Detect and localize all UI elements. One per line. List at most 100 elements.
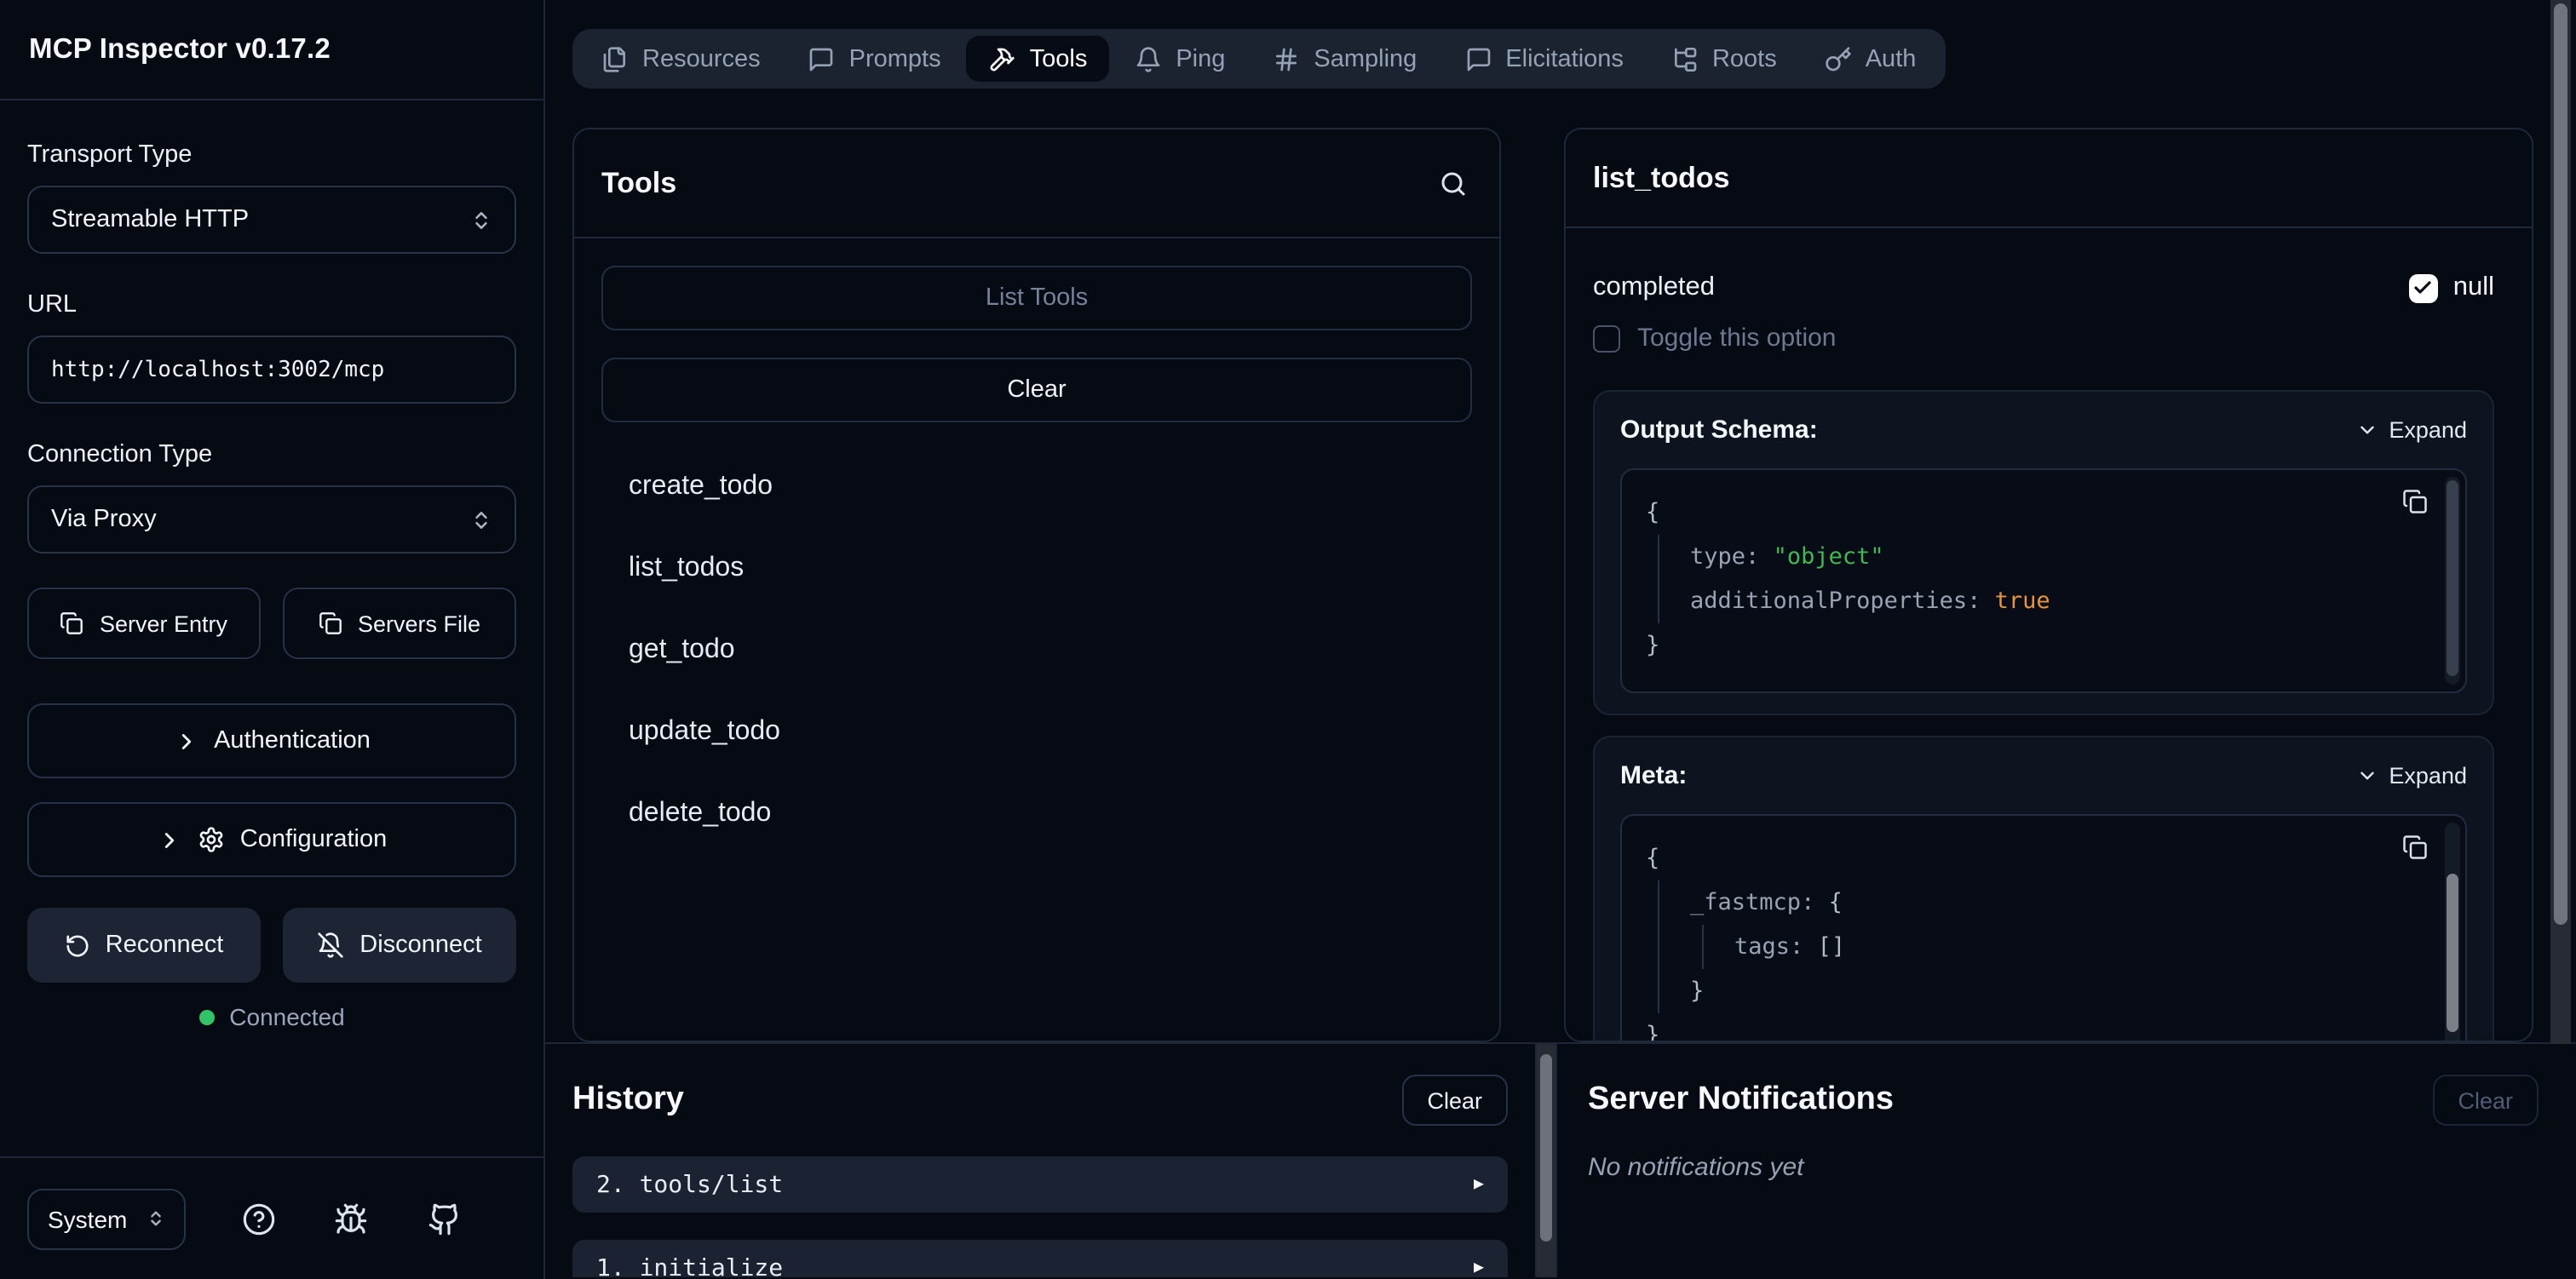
reconnect-button[interactable]: Reconnect bbox=[27, 908, 261, 983]
copy-meta-button[interactable] bbox=[2402, 835, 2428, 860]
expand-label: Expand bbox=[2389, 416, 2467, 442]
bell-icon bbox=[1135, 45, 1162, 72]
rotate-ccw-icon bbox=[65, 932, 90, 958]
chevron-down-icon bbox=[2356, 418, 2378, 440]
gear-icon bbox=[198, 826, 225, 853]
tab-ping[interactable]: Ping bbox=[1113, 36, 1247, 82]
clear-tools-button[interactable]: Clear bbox=[601, 358, 1472, 422]
message-square-icon bbox=[808, 45, 836, 72]
clear-notifications-button[interactable]: Clear bbox=[2432, 1075, 2539, 1126]
code-token: { bbox=[1646, 499, 1659, 526]
server-notifications-title: Server Notifications bbox=[1588, 1081, 1894, 1119]
code-token: { bbox=[1646, 845, 1659, 872]
code-token: : bbox=[1745, 543, 1774, 571]
history-item-initialize[interactable]: 1. initialize ▶ bbox=[572, 1240, 1508, 1277]
tab-auth[interactable]: Auth bbox=[1803, 36, 1939, 82]
github-button[interactable] bbox=[423, 1198, 464, 1239]
search-icon bbox=[1438, 168, 1469, 198]
history-scrollbar-thumb[interactable] bbox=[1540, 1054, 1552, 1242]
help-button[interactable] bbox=[238, 1198, 279, 1239]
meta-expand-button[interactable]: Expand bbox=[2356, 762, 2467, 788]
url-input[interactable] bbox=[51, 357, 492, 382]
chevron-right-icon bbox=[173, 728, 198, 754]
configuration-label: Configuration bbox=[240, 826, 388, 853]
tool-item-get-todo[interactable]: get_todo bbox=[601, 610, 1472, 691]
server-entry-button[interactable]: Server Entry bbox=[27, 588, 261, 659]
bug-icon bbox=[334, 1202, 368, 1236]
theme-value: System bbox=[48, 1205, 127, 1232]
tool-item-create-todo[interactable]: create_todo bbox=[601, 446, 1472, 528]
copy-output-schema-button[interactable] bbox=[2402, 489, 2428, 514]
tool-item-list-todos[interactable]: list_todos bbox=[601, 528, 1472, 610]
param-name-completed: completed bbox=[1593, 272, 1715, 303]
tab-sampling[interactable]: Sampling bbox=[1251, 36, 1439, 82]
sidebar: MCP Inspector v0.17.2 Transport Type Str… bbox=[0, 0, 545, 1279]
tab-label: Ping bbox=[1176, 45, 1225, 72]
server-notifications-panel: Server Notifications Clear No notificati… bbox=[1557, 1044, 2576, 1277]
no-notifications-text: No notifications yet bbox=[1588, 1153, 2539, 1182]
code-token: } bbox=[1646, 1022, 1659, 1041]
search-button[interactable] bbox=[1435, 164, 1472, 202]
transport-type-select[interactable]: Streamable HTTP bbox=[27, 186, 516, 254]
transport-type-value: Streamable HTTP bbox=[51, 206, 249, 233]
code-scrollbar[interactable] bbox=[2445, 477, 2460, 685]
tool-detail-title: list_todos bbox=[1593, 161, 1730, 195]
code-scrollbar-thumb[interactable] bbox=[2447, 481, 2458, 676]
list-tools-button[interactable]: List Tools bbox=[601, 266, 1472, 330]
detail-scrollbar-thumb[interactable] bbox=[2554, 3, 2567, 925]
connection-type-select[interactable]: Via Proxy bbox=[27, 485, 516, 553]
code-token: type bbox=[1690, 543, 1745, 571]
clear-history-button[interactable]: Clear bbox=[1401, 1075, 1508, 1126]
history-list: 2. tools/list ▶ 1. initialize ▶ bbox=[572, 1156, 1508, 1277]
code-token: tags bbox=[1734, 933, 1790, 961]
code-token: : bbox=[1790, 933, 1818, 961]
sidebar-footer: System bbox=[0, 1156, 543, 1279]
code-scrollbar-thumb[interactable] bbox=[2447, 874, 2458, 1032]
null-checkbox-checked[interactable] bbox=[2409, 273, 2438, 302]
tab-tools[interactable]: Tools bbox=[967, 36, 1110, 82]
toggle-checkbox-unchecked[interactable] bbox=[1593, 324, 1620, 352]
url-label: URL bbox=[27, 291, 516, 318]
tab-label: Sampling bbox=[1314, 45, 1417, 72]
tool-item-delete-todo[interactable]: delete_todo bbox=[601, 773, 1472, 855]
detail-scrollbar[interactable] bbox=[2550, 0, 2571, 1044]
status-dot bbox=[198, 1009, 214, 1024]
tab-label: Tools bbox=[1030, 45, 1088, 72]
tab-label: Prompts bbox=[849, 45, 941, 72]
meta-code: { _fastmcp: { tags: [] } } bbox=[1620, 814, 2467, 1041]
tool-detail-panel: list_todos completed null bbox=[1564, 128, 2533, 1042]
code-token: : bbox=[1801, 889, 1829, 916]
tab-elicitations[interactable]: Elicitations bbox=[1442, 36, 1646, 82]
history-title: History bbox=[572, 1081, 684, 1119]
tab-prompts[interactable]: Prompts bbox=[786, 36, 963, 82]
code-scrollbar[interactable] bbox=[2445, 823, 2460, 1041]
tab-label: Auth bbox=[1866, 45, 1917, 72]
null-checkbox-wrap[interactable]: null bbox=[2409, 272, 2494, 303]
disconnect-button[interactable]: Disconnect bbox=[283, 908, 516, 983]
tab-resources[interactable]: Resources bbox=[579, 36, 783, 82]
tab-roots[interactable]: Roots bbox=[1649, 36, 1799, 82]
meta-title: Meta: bbox=[1620, 760, 1687, 789]
bell-off-icon bbox=[317, 932, 344, 959]
connection-type-label: Connection Type bbox=[27, 441, 516, 468]
configuration-button[interactable]: Configuration bbox=[27, 802, 516, 877]
chevrons-up-down-icon bbox=[470, 508, 492, 531]
code-token: : bbox=[1967, 588, 1995, 615]
tool-item-update-todo[interactable]: update_todo bbox=[601, 691, 1472, 773]
authentication-label: Authentication bbox=[214, 727, 371, 754]
output-schema-title: Output Schema: bbox=[1620, 415, 1818, 444]
tab-label: Resources bbox=[642, 45, 761, 72]
report-bug-button[interactable] bbox=[331, 1198, 371, 1239]
history-scrollbar[interactable] bbox=[1535, 1044, 1557, 1277]
authentication-button[interactable]: Authentication bbox=[27, 703, 516, 778]
code-token: "object" bbox=[1774, 543, 1884, 571]
url-field-wrap bbox=[27, 336, 516, 404]
history-item-tools-list[interactable]: 2. tools/list ▶ bbox=[572, 1156, 1508, 1213]
theme-select[interactable]: System bbox=[27, 1188, 186, 1249]
output-schema-code: { type: "object" additionalProperties: t… bbox=[1620, 468, 2467, 693]
expand-right-icon: ▶ bbox=[1474, 1259, 1484, 1277]
servers-file-button[interactable]: Servers File bbox=[283, 588, 516, 659]
output-schema-expand-button[interactable]: Expand bbox=[2356, 416, 2467, 442]
main-area: Resources Prompts Tools Ping Sampling bbox=[545, 0, 2576, 1279]
toggle-option-row[interactable]: Toggle this option bbox=[1593, 324, 2494, 353]
